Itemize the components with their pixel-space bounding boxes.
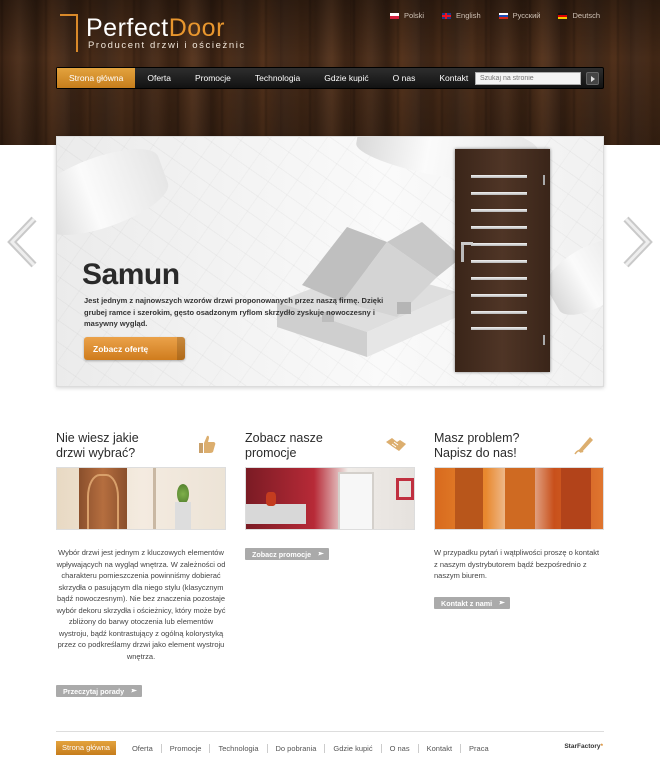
door-groove [471, 243, 527, 246]
logo-tagline: Producent drzwi i ościeżnic [88, 40, 246, 51]
starfactory-credit-link[interactable]: StarFactory* [564, 743, 603, 750]
footer-item-home[interactable]: Strona główna [56, 741, 116, 755]
nav-item-technologia[interactable]: Technologia [243, 68, 312, 88]
see-offer-button[interactable]: Zobacz ofertę [84, 337, 185, 360]
footer-divider [56, 731, 604, 732]
interior-photo-2 [245, 467, 415, 530]
credit-label: StarFactory [564, 743, 601, 750]
door-groove [471, 327, 527, 330]
main-nav: Strona główna Oferta Promocje Technologi… [56, 67, 604, 89]
door-groove [471, 311, 527, 314]
footer-item-do-pobrania[interactable]: Do pobrania [268, 743, 326, 753]
pl-flag-icon [390, 12, 400, 19]
uk-flag-icon [442, 12, 452, 19]
feature-promotions: Zobacz nasze promocje Zobacz promocje [245, 431, 415, 560]
door-groove [471, 192, 527, 195]
door-image [455, 149, 550, 372]
nav-item-promocje[interactable]: Promocje [183, 68, 243, 88]
interior-photo-3 [434, 467, 604, 530]
door-handle-icon [461, 242, 473, 245]
slide-title: Samun [82, 258, 180, 291]
feature-choose-door: Nie wiesz jakie drzwi wybrać? Wybór drzw… [56, 431, 226, 697]
language-switcher: Polski English Русский Deutsch [390, 11, 600, 20]
feature-contact: Masz problem? Napisz do nas! W przypadku… [434, 431, 604, 609]
nav-item-oferta[interactable]: Oferta [135, 68, 183, 88]
door-handle-plate [461, 242, 464, 262]
search-submit-button[interactable] [586, 72, 599, 85]
footer-item-promocje[interactable]: Promocje [162, 743, 211, 753]
nav-item-home[interactable]: Strona główna [57, 68, 136, 88]
lang-label: English [456, 11, 481, 20]
pen-icon [574, 437, 593, 455]
feature-text: Wybór drzwi jest jednym z kluczowych ele… [56, 548, 226, 661]
interior-photo-1 [56, 467, 226, 530]
lang-polski[interactable]: Polski [390, 11, 424, 20]
read-tips-button[interactable]: Przeczytaj porady [56, 685, 143, 697]
lang-label: Polski [404, 11, 425, 20]
door-groove [471, 277, 527, 280]
see-promotions-button[interactable]: Zobacz promocje [245, 548, 330, 560]
hero-slider: Samun Jest jednym z najnowszych wzorów d… [56, 136, 604, 387]
slider-prev-arrow-icon[interactable] [6, 215, 40, 269]
lang-english[interactable]: English [442, 11, 481, 20]
logo-name-part1: Perfect [86, 14, 169, 42]
logo-mark-icon [60, 14, 78, 52]
handshake-icon [386, 438, 406, 451]
footer-item-technologia[interactable]: Technologia [210, 743, 268, 753]
lang-label: Deutsch [572, 11, 600, 20]
door-hinge [543, 175, 545, 185]
door-groove [471, 260, 527, 263]
contact-us-button[interactable]: Kontakt z nami [434, 597, 511, 609]
footer-item-kontakt[interactable]: Kontakt [419, 743, 462, 753]
door-groove [471, 294, 527, 297]
footer-item-oferta[interactable]: Oferta [124, 743, 162, 753]
footer-item-o-nas[interactable]: O nas [382, 743, 419, 753]
footer-item-praca[interactable]: Praca [461, 744, 497, 753]
nav-item-kontakt[interactable]: Kontakt [427, 68, 480, 88]
slide-description: Jest jednym z najnowszych wzorów drzwi p… [84, 296, 384, 328]
star-icon: * [600, 743, 603, 750]
de-flag-icon [558, 12, 568, 19]
door-hinge [543, 335, 545, 345]
door-groove [471, 226, 527, 229]
search-input[interactable] [475, 72, 581, 85]
lang-deutsch[interactable]: Deutsch [558, 11, 600, 20]
slider-next-arrow-icon[interactable] [620, 215, 654, 269]
lang-label: Русский [512, 11, 541, 20]
footer-nav: Strona główna Oferta Promocje Technologi… [56, 741, 497, 755]
ru-flag-icon [498, 12, 508, 19]
door-groove [471, 175, 527, 178]
feature-text: W przypadku pytań i wątpliwości proszę o… [434, 548, 600, 580]
door-groove [471, 209, 527, 212]
thumbs-up-icon [199, 435, 216, 453]
footer-item-gdzie-kupic[interactable]: Gdzie kupić [325, 743, 382, 753]
nav-item-o-nas[interactable]: O nas [381, 68, 428, 88]
nav-item-gdzie-kupic[interactable]: Gdzie kupić [312, 68, 380, 88]
door-panel [471, 175, 527, 330]
logo-name-part2: Door [168, 14, 225, 42]
lang-russian[interactable]: Русский [498, 11, 541, 20]
logo-name: PerfectDoor [86, 14, 225, 43]
